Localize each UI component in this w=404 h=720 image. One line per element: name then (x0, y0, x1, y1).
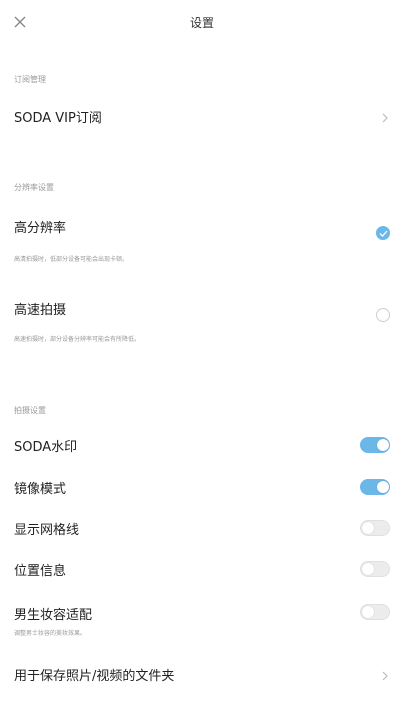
grid-lines-row: 显示网格线 (0, 515, 404, 543)
toggle-knob (377, 439, 389, 451)
soda-watermark-toggle[interactable] (360, 437, 390, 453)
toggle-knob (377, 481, 389, 493)
location-info-toggle[interactable] (360, 561, 390, 577)
high-resolution-option[interactable]: 高分辨率 高清拍摄时，低部分设备可能会出现卡顿。 (0, 212, 404, 267)
section-label-subscription: 订阅管理 (14, 75, 46, 84)
toggle-knob (362, 563, 374, 575)
high-speed-capture-label: 高速拍摄 (14, 303, 67, 318)
high-speed-capture-option[interactable]: 高速拍摄 高速拍摄时，部分设备分辨率可能会有所降低。 (0, 294, 404, 349)
soda-vip-subscription-row[interactable]: SODA VIP订阅 (0, 100, 404, 130)
male-makeup-adapt-toggle[interactable] (360, 604, 390, 620)
toggle-knob (362, 606, 374, 618)
soda-watermark-label: SODA水印 (14, 440, 78, 455)
section-label-camera: 拍摄设置 (14, 406, 46, 415)
male-makeup-adapt-row: 男生妆容适配 调整男士妆容的美妆效果。 (0, 598, 404, 638)
location-info-label: 位置信息 (14, 564, 67, 579)
male-makeup-adapt-label: 男生妆容适配 (14, 608, 93, 623)
high-speed-capture-desc: 高速拍摄时，部分设备分辨率可能会有所降低。 (14, 336, 141, 343)
mirror-mode-label: 镜像模式 (14, 482, 67, 497)
chevron-right-icon (380, 667, 390, 681)
high-resolution-desc: 高清拍摄时，低部分设备可能会出现卡顿。 (14, 256, 129, 263)
high-resolution-radio-checked[interactable] (376, 226, 390, 240)
male-makeup-adapt-desc: 调整男士妆容的美妆效果。 (14, 630, 87, 637)
soda-vip-subscription-label: SODA VIP订阅 (14, 111, 102, 126)
location-info-row: 位置信息 (0, 556, 404, 584)
mirror-mode-toggle[interactable] (360, 479, 390, 495)
grid-lines-toggle[interactable] (360, 520, 390, 536)
section-label-resolution: 分辨率设置 (14, 183, 54, 192)
grid-lines-label: 显示网格线 (14, 523, 80, 538)
chevron-right-icon (380, 109, 390, 123)
mirror-mode-row: 镜像模式 (0, 474, 404, 502)
save-folder-label: 用于保存照片/视频的文件夹 (14, 669, 175, 684)
toggle-knob (362, 522, 374, 534)
high-speed-capture-radio[interactable] (376, 308, 390, 322)
high-resolution-label: 高分辨率 (14, 221, 67, 236)
soda-watermark-row: SODA水印 (0, 432, 404, 460)
save-folder-row[interactable]: 用于保存照片/视频的文件夹 (0, 658, 404, 688)
page-title: 设置 (189, 16, 214, 30)
